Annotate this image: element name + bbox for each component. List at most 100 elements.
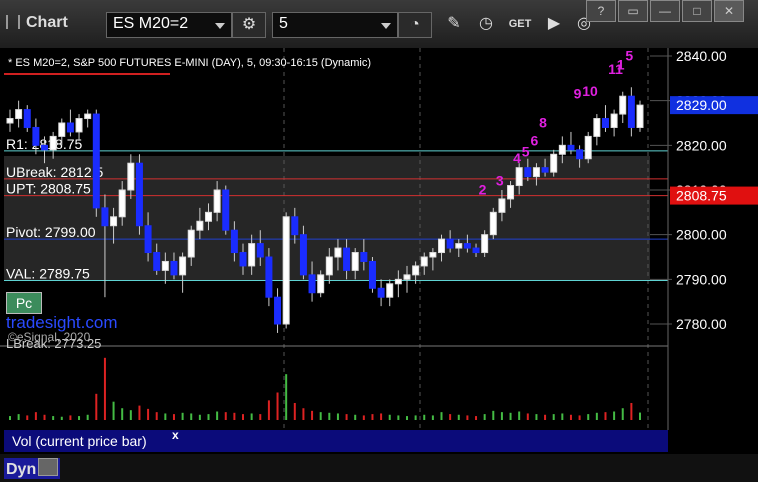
candle-body [204, 211, 212, 222]
candle-body [84, 113, 92, 120]
candle-body [179, 256, 187, 276]
candle-body [239, 252, 247, 267]
candle-body [248, 243, 256, 267]
interval-input[interactable]: 5 [272, 12, 398, 38]
candle-body [420, 256, 428, 267]
current-price-label: 2829.00 [676, 97, 727, 113]
candle-body [66, 122, 74, 133]
candle-body [135, 162, 143, 227]
candle-body [41, 144, 49, 151]
candle-body [584, 135, 592, 160]
candle-body [75, 118, 83, 133]
close-button[interactable]: ✕ [714, 0, 744, 22]
pencil-icon[interactable]: ✎ [438, 12, 470, 36]
candle-body [118, 189, 126, 218]
candle-body [481, 234, 489, 254]
candle-body [524, 167, 532, 178]
candle-body [127, 162, 135, 191]
candle-body [498, 198, 506, 213]
candle-body [403, 274, 411, 280]
candle-body [627, 95, 635, 128]
candle-body [6, 118, 14, 124]
setup-count-label: 5 [522, 144, 530, 160]
play-icon[interactable]: ▶ [538, 12, 570, 36]
candle-body [15, 109, 23, 120]
gear-icon[interactable]: ⚙ [232, 12, 266, 38]
candle-body [58, 122, 66, 137]
setup-count-label: 8 [539, 114, 547, 130]
setup-count-label: 9 [574, 85, 582, 101]
candle-body [92, 113, 100, 209]
candle-body [325, 256, 333, 276]
price-chart[interactable]: R1: 2818.75UBreak: 2812.5UPT: 2808.75Piv… [0, 48, 758, 482]
candle-body [230, 229, 238, 254]
close-study-icon[interactable]: x [172, 428, 179, 442]
window-title: Chart [6, 14, 68, 32]
candle-body [213, 189, 221, 213]
level-label: Pivot: 2799.00 [6, 224, 96, 240]
candle-body [196, 220, 204, 231]
price-tick-label: 2790.00 [676, 271, 727, 287]
get-icon[interactable]: GET [504, 12, 536, 36]
candle-body [32, 126, 40, 146]
level-label: UPT: 2808.75 [6, 181, 91, 197]
minimize-button[interactable]: — [650, 0, 680, 22]
candle-body [472, 247, 480, 254]
clock-icon[interactable]: ◔ [398, 12, 432, 38]
candle-body [636, 104, 644, 128]
restore-layout-button[interactable]: ▭ [618, 0, 648, 22]
candle-body [489, 211, 497, 236]
candle-body [334, 247, 342, 258]
price-tick-label: 2820.00 [676, 137, 727, 153]
bottom-bar [0, 454, 758, 482]
setup-count-label: 4 [513, 150, 521, 166]
candle-body [394, 278, 402, 285]
lock-icon[interactable] [38, 458, 59, 476]
price-tick-label: 2840.00 [676, 48, 727, 64]
study-icon[interactable]: ◷ [470, 12, 502, 36]
candle-body [412, 265, 420, 276]
candle-body [299, 234, 307, 276]
volume-study-label[interactable]: Vol (current price bar) [4, 430, 184, 452]
candle-body [291, 216, 299, 236]
help-button[interactable]: ? [586, 0, 616, 22]
chart-header: * ES M20=2, S&P 500 FUTURES E-MINI (DAY)… [8, 57, 371, 69]
candle-body [601, 118, 609, 128]
volume-study-bar [184, 430, 668, 452]
candle-body [222, 189, 230, 231]
setup-count-label: 10 [582, 83, 598, 99]
price-tick-label: 2800.00 [676, 227, 727, 243]
price-tick-label: 2780.00 [676, 316, 727, 332]
candle-body [343, 247, 351, 271]
interval-value: 5 [279, 15, 288, 32]
candle-body [558, 144, 566, 155]
candle-body [619, 95, 627, 115]
maximize-button[interactable]: □ [682, 0, 712, 22]
level-label: UBreak: 2812.5 [6, 164, 103, 180]
candle-body [317, 274, 325, 294]
candle-body [541, 167, 549, 173]
title-text: Chart [26, 14, 68, 31]
level-label: VAL: 2789.75 [6, 265, 90, 281]
candle-body [256, 243, 264, 258]
candle-body [567, 144, 575, 151]
interval-dropdown-icon[interactable] [381, 23, 391, 29]
candle-body [282, 216, 290, 325]
dyn-label: Dyn [6, 461, 37, 478]
symbol-dropdown-icon[interactable] [215, 23, 225, 29]
pc-badge[interactable]: Pc [6, 292, 42, 314]
candle-body [377, 287, 385, 298]
candle-body [274, 296, 282, 325]
window-buttons: ? ▭ — □ ✕ [584, 0, 744, 22]
candle-body [438, 238, 446, 254]
candle-body [368, 260, 376, 289]
setup-count-label: 3 [496, 173, 504, 189]
candle-body [429, 252, 437, 258]
symbol-value: ES M20=2 [113, 15, 189, 32]
symbol-input[interactable]: ES M20=2 [106, 12, 232, 38]
upt-price-label: 2808.75 [676, 188, 727, 204]
candle-body [161, 260, 169, 271]
grip-icon[interactable] [6, 15, 20, 29]
candle-body [110, 216, 118, 227]
dyn-button[interactable]: Dyn [4, 458, 61, 479]
